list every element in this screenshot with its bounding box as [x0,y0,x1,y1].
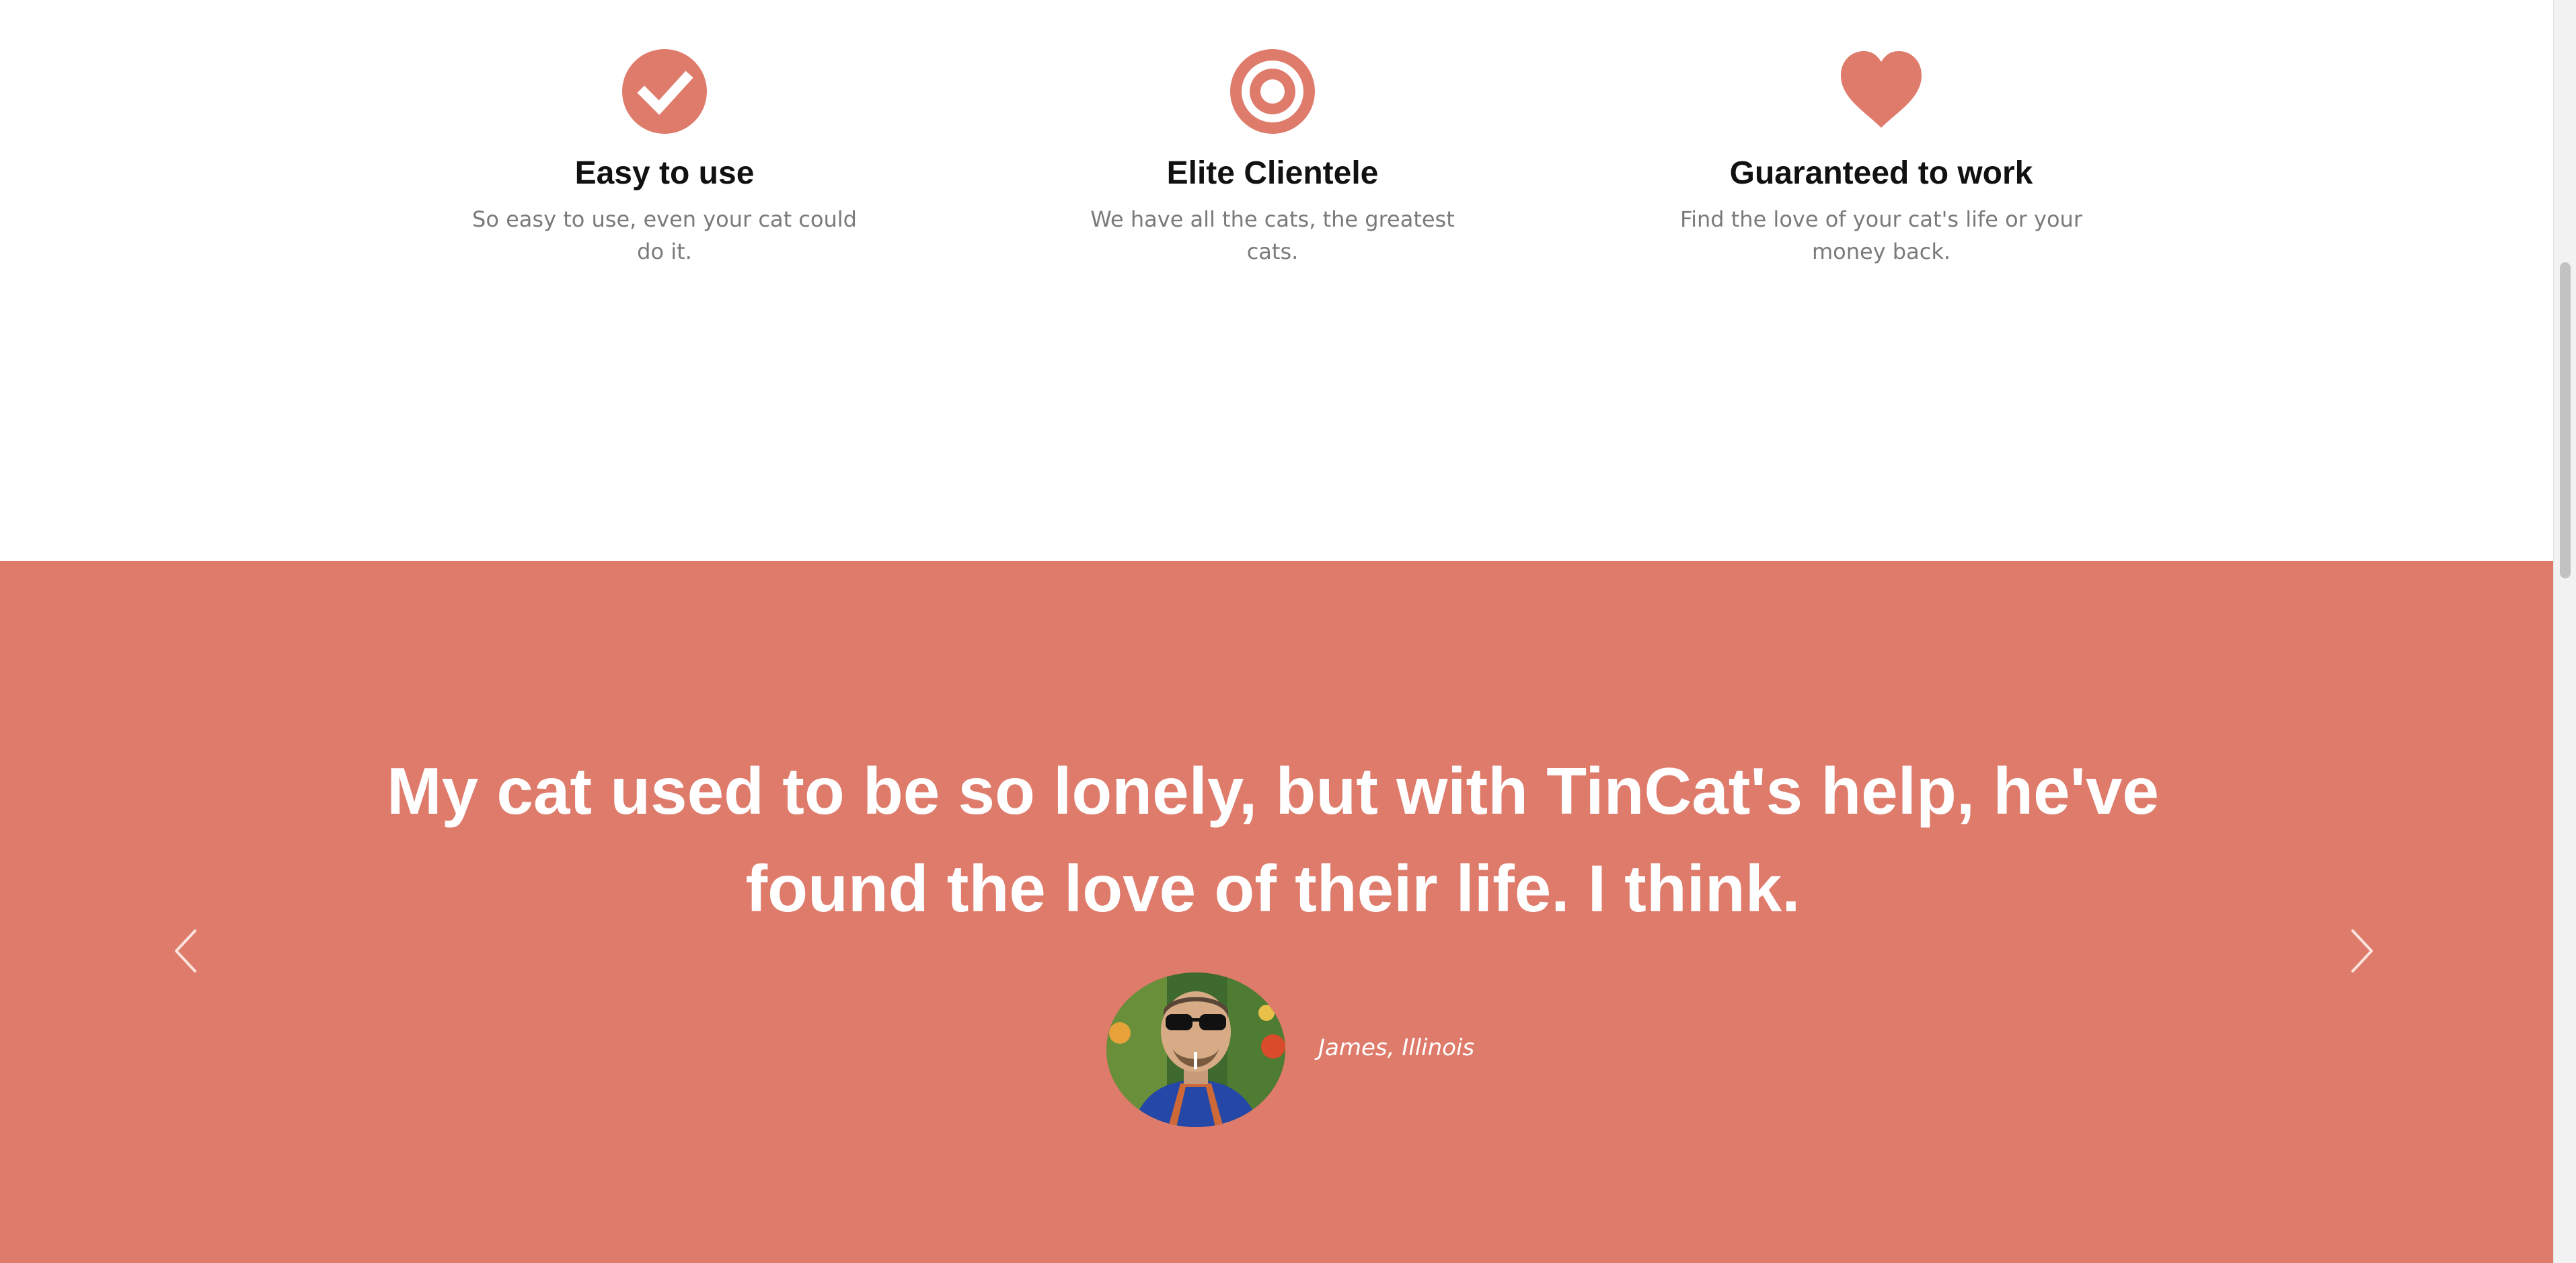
scrollbar[interactable] [2553,0,2576,1263]
feature-title: Easy to use [574,155,755,191]
feature-title: Elite Clientele [1166,155,1379,191]
feature-description: So easy to use, even your cat could do i… [472,206,857,264]
chevron-left-icon[interactable] [165,924,206,978]
heart-icon [1838,48,1924,135]
chevron-right-icon[interactable] [2342,924,2382,978]
testimonial-quote: My cat used to be so lonely, but with Ti… [387,754,2159,925]
feature-title: Guaranteed to work [1729,155,2033,191]
check-circle-icon [621,48,708,135]
feature-description: Find the love of your cat's life or your… [1680,206,2082,264]
avatar [1106,972,1285,1127]
testimonials-section: My cat used to be so lonely, but with Ti… [0,561,2553,1263]
feature-description: We have all the cats, the greatest cats. [1090,206,1455,264]
features-section: Easy to use So easy to use, even your ca… [0,0,2553,561]
testimonial-author: James, Illinois [1318,1034,1475,1061]
bullseye-icon [1229,48,1316,135]
scrollbar-thumb[interactable] [2560,262,2571,578]
